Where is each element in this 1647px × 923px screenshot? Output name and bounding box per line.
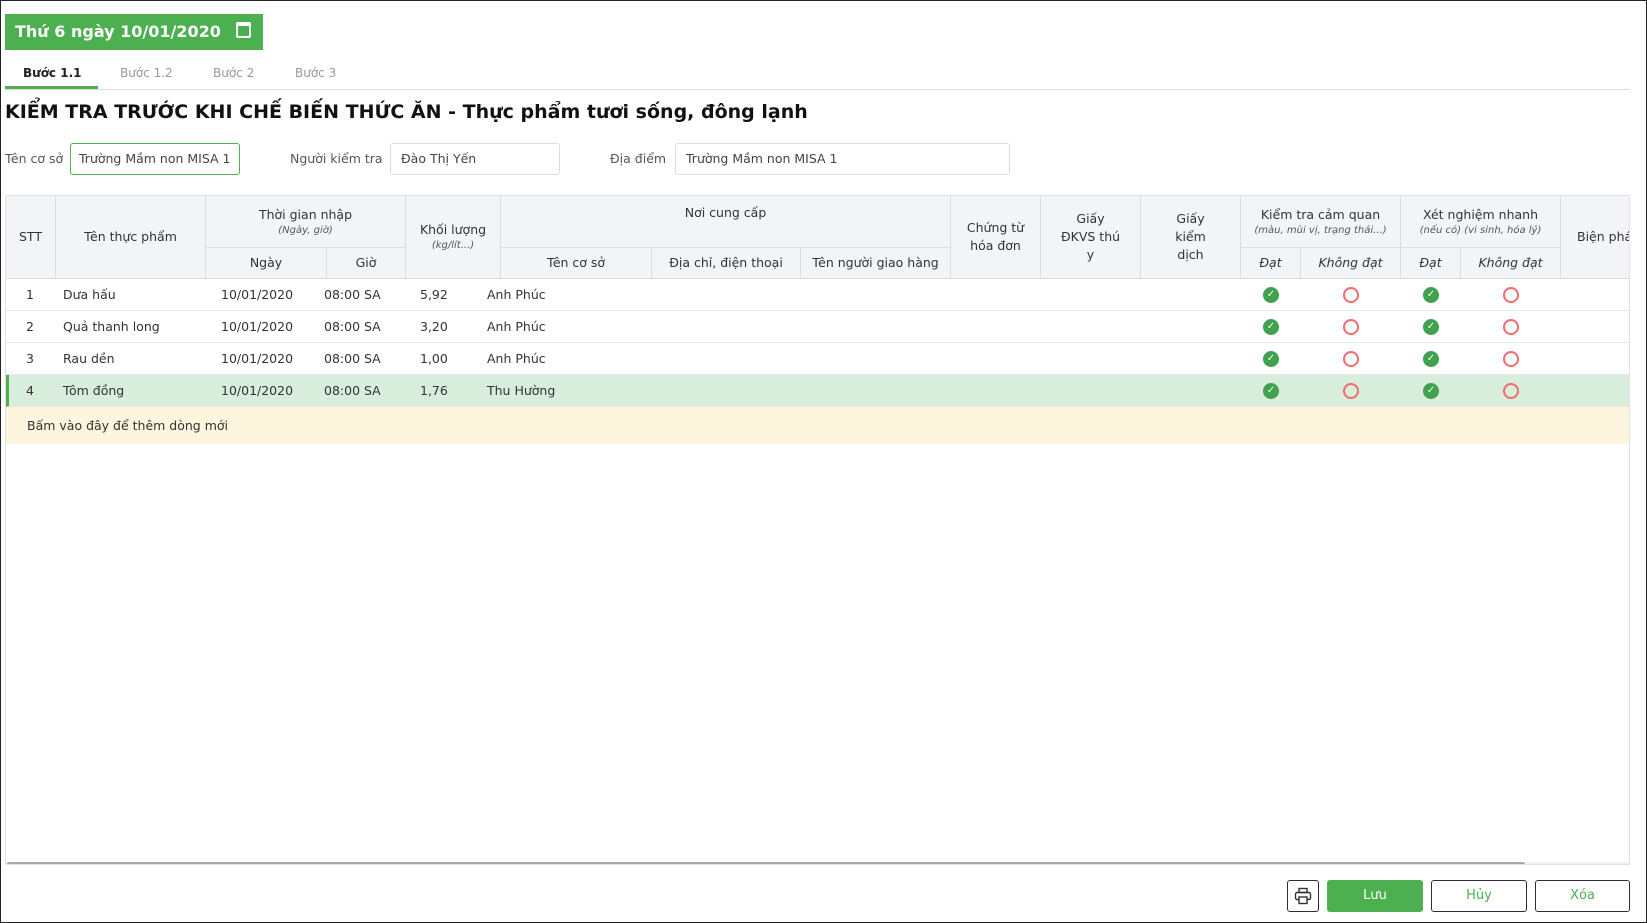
rapid-fail-radio[interactable] xyxy=(1503,351,1519,367)
col-sensory-pass: Đạt xyxy=(1241,248,1301,279)
date-picker[interactable]: Thứ 6 ngày 10/01/2020 xyxy=(5,14,263,50)
cancel-button[interactable]: Hủy xyxy=(1431,880,1527,912)
row-supplier: Anh Phúc xyxy=(487,319,546,334)
facility-input[interactable]: Trường Mầm non MISA 1 xyxy=(70,143,240,175)
table-row[interactable]: 2 Quả thanh long 10/01/2020 08:00 SA 3,20 Anh… xyxy=(6,311,1629,343)
rapid-fail-radio[interactable] xyxy=(1503,319,1519,335)
col-date: Ngày xyxy=(206,248,327,279)
row-stt: 4 xyxy=(26,383,34,398)
row-stt: 3 xyxy=(26,351,34,366)
sensory-fail-radio[interactable] xyxy=(1343,351,1359,367)
col-rapid-fail: Không đạt xyxy=(1461,248,1561,279)
col-rapid: Xét nghiệm nhanh (nếu có) (vi sinh, hóa l… xyxy=(1401,196,1561,248)
row-weight: 3,20 xyxy=(420,319,448,334)
scrollbar-thumb[interactable] xyxy=(6,862,1526,864)
row-time: 08:00 SA xyxy=(324,287,381,302)
col-measures: Biện pháp xử lý / Ghi chú xyxy=(1561,196,1629,279)
col-quarantine: Giấy kiểm dịch xyxy=(1141,196,1241,279)
delete-button[interactable]: Xóa xyxy=(1535,880,1630,912)
row-time: 08:00 SA xyxy=(324,351,381,366)
tab-step-1-2[interactable]: Bước 1.2 xyxy=(120,66,173,80)
col-weight: Khối lượng (kg/lít...) xyxy=(406,196,501,279)
calendar-icon[interactable] xyxy=(236,22,251,38)
sensory-fail-radio[interactable] xyxy=(1343,319,1359,335)
col-sup-deliver: Tên người giao hàng xyxy=(801,248,951,279)
row-food-name: Tôm đồng xyxy=(63,383,125,398)
table-row[interactable]: 1 Dưa hấu 10/01/2020 08:00 SA 5,92 Anh Phúc ✓ ✓ xyxy=(6,279,1629,311)
row-food-name: Quả thanh long xyxy=(63,319,160,334)
sensory-pass-icon[interactable]: ✓ xyxy=(1263,287,1279,303)
rapid-pass-icon[interactable]: ✓ xyxy=(1423,287,1439,303)
col-rapid-pass: Đạt xyxy=(1401,248,1461,279)
row-time: 08:00 SA xyxy=(324,383,381,398)
col-invoice: Chứng từ hóa đơn xyxy=(951,196,1041,279)
horizontal-scrollbar[interactable] xyxy=(6,862,1629,864)
sensory-pass-icon[interactable]: ✓ xyxy=(1263,383,1279,399)
location-label: Địa điểm xyxy=(610,151,667,166)
col-hour: Giờ xyxy=(327,248,406,279)
rapid-pass-icon[interactable]: ✓ xyxy=(1423,351,1439,367)
tab-step-2[interactable]: Bước 2 xyxy=(213,66,254,80)
col-sup-name: Tên cơ sở xyxy=(501,248,652,279)
row-supplier: Anh Phúc xyxy=(487,287,546,302)
row-time: 08:00 SA xyxy=(324,319,381,334)
row-stt: 2 xyxy=(26,319,34,334)
facility-label: Tên cơ sở xyxy=(5,151,64,166)
food-inspection-table: STT Tên thực phẩm Thời gian nhập (Ngày, g… xyxy=(5,195,1630,865)
step-tabs: Bước 1.1 Bước 1.2 Bước 2 Bước 3 xyxy=(5,62,1630,90)
active-tab-indicator xyxy=(5,86,98,89)
row-food-name: Dưa hấu xyxy=(63,287,116,302)
print-button[interactable] xyxy=(1287,880,1319,912)
col-sup-addr: Địa chỉ, điện thoại xyxy=(652,248,801,279)
row-date: 10/01/2020 xyxy=(221,383,294,398)
add-row-button[interactable]: Bấm vào đây để thêm dòng mới xyxy=(6,407,1629,444)
printer-icon xyxy=(1294,887,1312,905)
row-weight: 1,76 xyxy=(420,383,448,398)
row-weight: 1,00 xyxy=(420,351,448,366)
col-sensory-fail: Không đạt xyxy=(1301,248,1401,279)
tab-step-3[interactable]: Bước 3 xyxy=(295,66,336,80)
col-sensory: Kiểm tra cảm quan (màu, mùi vị, trạng thá… xyxy=(1241,196,1401,248)
rapid-pass-icon[interactable]: ✓ xyxy=(1423,383,1439,399)
col-supplier: Nơi cung cấp xyxy=(501,196,951,248)
row-date: 10/01/2020 xyxy=(221,351,294,366)
row-supplier: Anh Phúc xyxy=(487,351,546,366)
location-input[interactable]: Trường Mầm non MISA 1 xyxy=(675,143,1010,175)
row-date: 10/01/2020 xyxy=(221,287,294,302)
col-vet: Giấy ĐKVS thú y xyxy=(1041,196,1141,279)
rapid-fail-radio[interactable] xyxy=(1503,287,1519,303)
col-time: Thời gian nhập (Ngày, giờ) xyxy=(206,196,406,248)
inspector-input[interactable]: Đào Thị Yến xyxy=(390,143,560,175)
row-food-name: Rau dền xyxy=(63,351,115,366)
row-stt: 1 xyxy=(26,287,34,302)
tab-step-1-1[interactable]: Bước 1.1 xyxy=(23,66,81,80)
sensory-fail-radio[interactable] xyxy=(1343,287,1359,303)
col-name: Tên thực phẩm xyxy=(56,196,206,279)
table-row[interactable]: 3 Rau dền 10/01/2020 08:00 SA 1,00 Anh Phúc ✓ ✓ xyxy=(6,343,1629,375)
row-weight: 5,92 xyxy=(420,287,448,302)
page-title: KIỂM TRA TRƯỚC KHI CHẾ BIẾN THỨC ĂN - Th… xyxy=(5,101,808,123)
row-date: 10/01/2020 xyxy=(221,319,294,334)
rapid-pass-icon[interactable]: ✓ xyxy=(1423,319,1439,335)
date-label: Thứ 6 ngày 10/01/2020 xyxy=(15,22,221,41)
rapid-fail-radio[interactable] xyxy=(1503,383,1519,399)
sensory-pass-icon[interactable]: ✓ xyxy=(1263,351,1279,367)
table-row[interactable]: 4 Tôm đồng 10/01/2020 08:00 SA 1,76 Thu Hường… xyxy=(6,375,1629,407)
save-button[interactable]: Lưu xyxy=(1327,880,1423,912)
sensory-fail-radio[interactable] xyxy=(1343,383,1359,399)
sensory-pass-icon[interactable]: ✓ xyxy=(1263,319,1279,335)
inspector-label: Người kiểm tra xyxy=(290,151,383,166)
col-stt: STT xyxy=(6,196,56,279)
row-supplier: Thu Hường xyxy=(487,383,556,398)
